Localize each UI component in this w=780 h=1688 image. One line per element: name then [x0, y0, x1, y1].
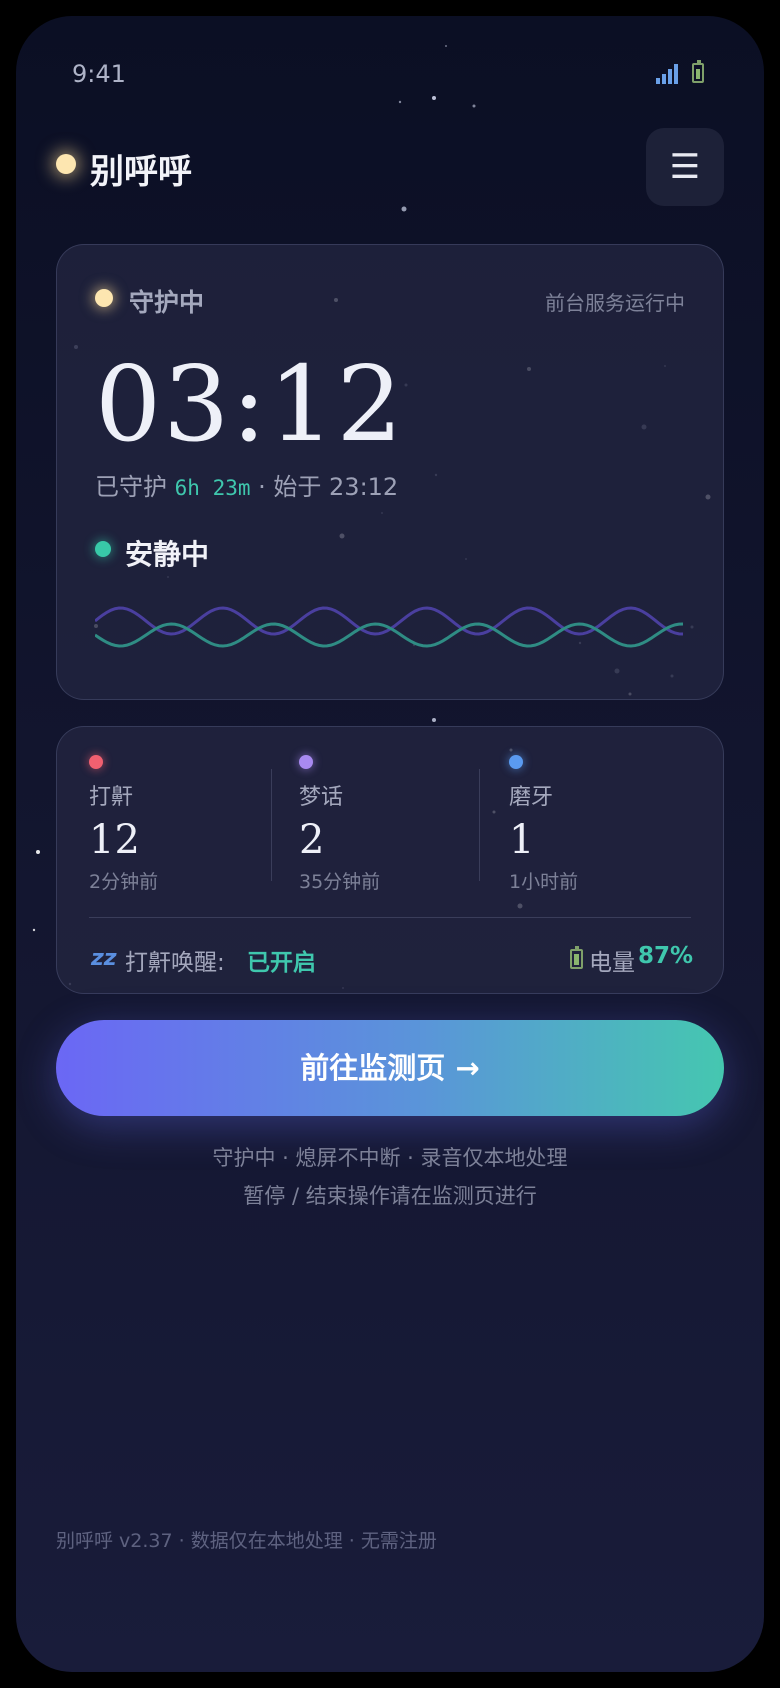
snore-dot-icon	[89, 755, 103, 769]
sound-wave-visual	[95, 606, 684, 648]
clock-display: 03:12	[95, 343, 405, 465]
stat-divider	[271, 769, 272, 881]
stat-teeth-grinding[interactable]: 磨牙 1 1小时前	[509, 755, 699, 905]
battery-status-icon	[692, 60, 704, 83]
stat-sleep-talk[interactable]: 梦话 2 35分钟前	[299, 755, 489, 905]
snore-wake-status[interactable]: 已开启	[247, 943, 316, 977]
stat-divider	[479, 769, 480, 881]
go-to-monitor-button[interactable]: 前往监测页 →	[56, 1020, 724, 1116]
footer-text: 别呼呼 v2.37 · 数据仅在本地处理 · 无需注册	[56, 1530, 437, 1552]
event-stats-card: 打鼾 12 2分钟前 梦话 2 35分钟前 磨牙 1 1小时前 zz 打鼾唤醒:…	[56, 726, 724, 994]
stat-name: 打鼾	[89, 785, 134, 810]
guarded-prefix: 已守护	[95, 473, 167, 501]
sleep-talk-dot-icon	[299, 755, 313, 769]
snore-wake-label: 打鼾唤醒:	[125, 950, 225, 976]
teeth-grinding-dot-icon	[509, 755, 523, 769]
stat-count: 12	[89, 817, 140, 863]
app-header: 别呼呼 ☰	[56, 128, 724, 208]
stat-last-time: 2分钟前	[89, 871, 159, 893]
guard-card: 守护中 前台服务运行中 03:12 已守护 6h 23m · 始于 23:12 …	[56, 244, 724, 700]
hint-text: 守护中 · 熄屏不中断 · 录音仅本地处理	[212, 1146, 568, 1170]
status-time: 9:41	[72, 60, 126, 88]
started-time: · 始于 23:12	[258, 473, 399, 501]
sleep-state-label: 安静中	[125, 538, 210, 571]
guarded-duration: 6h 23m	[174, 476, 251, 500]
hint-text: 暂停 / 结束操作请在监测页进行	[243, 1184, 537, 1208]
stat-last-time: 35分钟前	[299, 871, 381, 893]
stat-name: 磨牙	[509, 785, 554, 810]
hamburger-icon: ☰	[669, 147, 701, 187]
stat-count: 2	[299, 817, 325, 863]
signal-icon	[656, 62, 678, 84]
stat-last-time: 1小时前	[509, 871, 579, 893]
battery-icon	[570, 946, 583, 969]
service-status-label: 前台服务运行中	[545, 291, 685, 315]
moon-logo-icon	[56, 154, 76, 174]
stats-divider	[89, 917, 691, 918]
phone-frame: 9:41 别呼呼 ☰ 守护中 前台服务运行中 03:12 已守护 6h 23m …	[0, 0, 780, 1688]
stat-snore[interactable]: 打鼾 12 2分钟前	[89, 755, 279, 905]
stat-name: 梦话	[299, 785, 344, 810]
status-icons	[656, 60, 704, 84]
app-screen: 9:41 别呼呼 ☰ 守护中 前台服务运行中 03:12 已守护 6h 23m …	[16, 16, 764, 1672]
quiet-status-dot-icon	[95, 541, 111, 557]
guard-status-label: 守护中	[129, 288, 205, 317]
zzz-icon: zz	[91, 946, 117, 971]
guard-duration-line: 已守护 6h 23m · 始于 23:12	[95, 467, 398, 502]
app-title: 别呼呼	[90, 152, 192, 192]
menu-button[interactable]: ☰	[646, 128, 724, 206]
wave-line-teal	[95, 622, 684, 648]
stat-count: 1	[509, 817, 535, 863]
guard-status-dot-icon	[95, 289, 113, 307]
battery-label: 电量	[589, 950, 635, 976]
battery-value: 87%	[637, 943, 693, 969]
